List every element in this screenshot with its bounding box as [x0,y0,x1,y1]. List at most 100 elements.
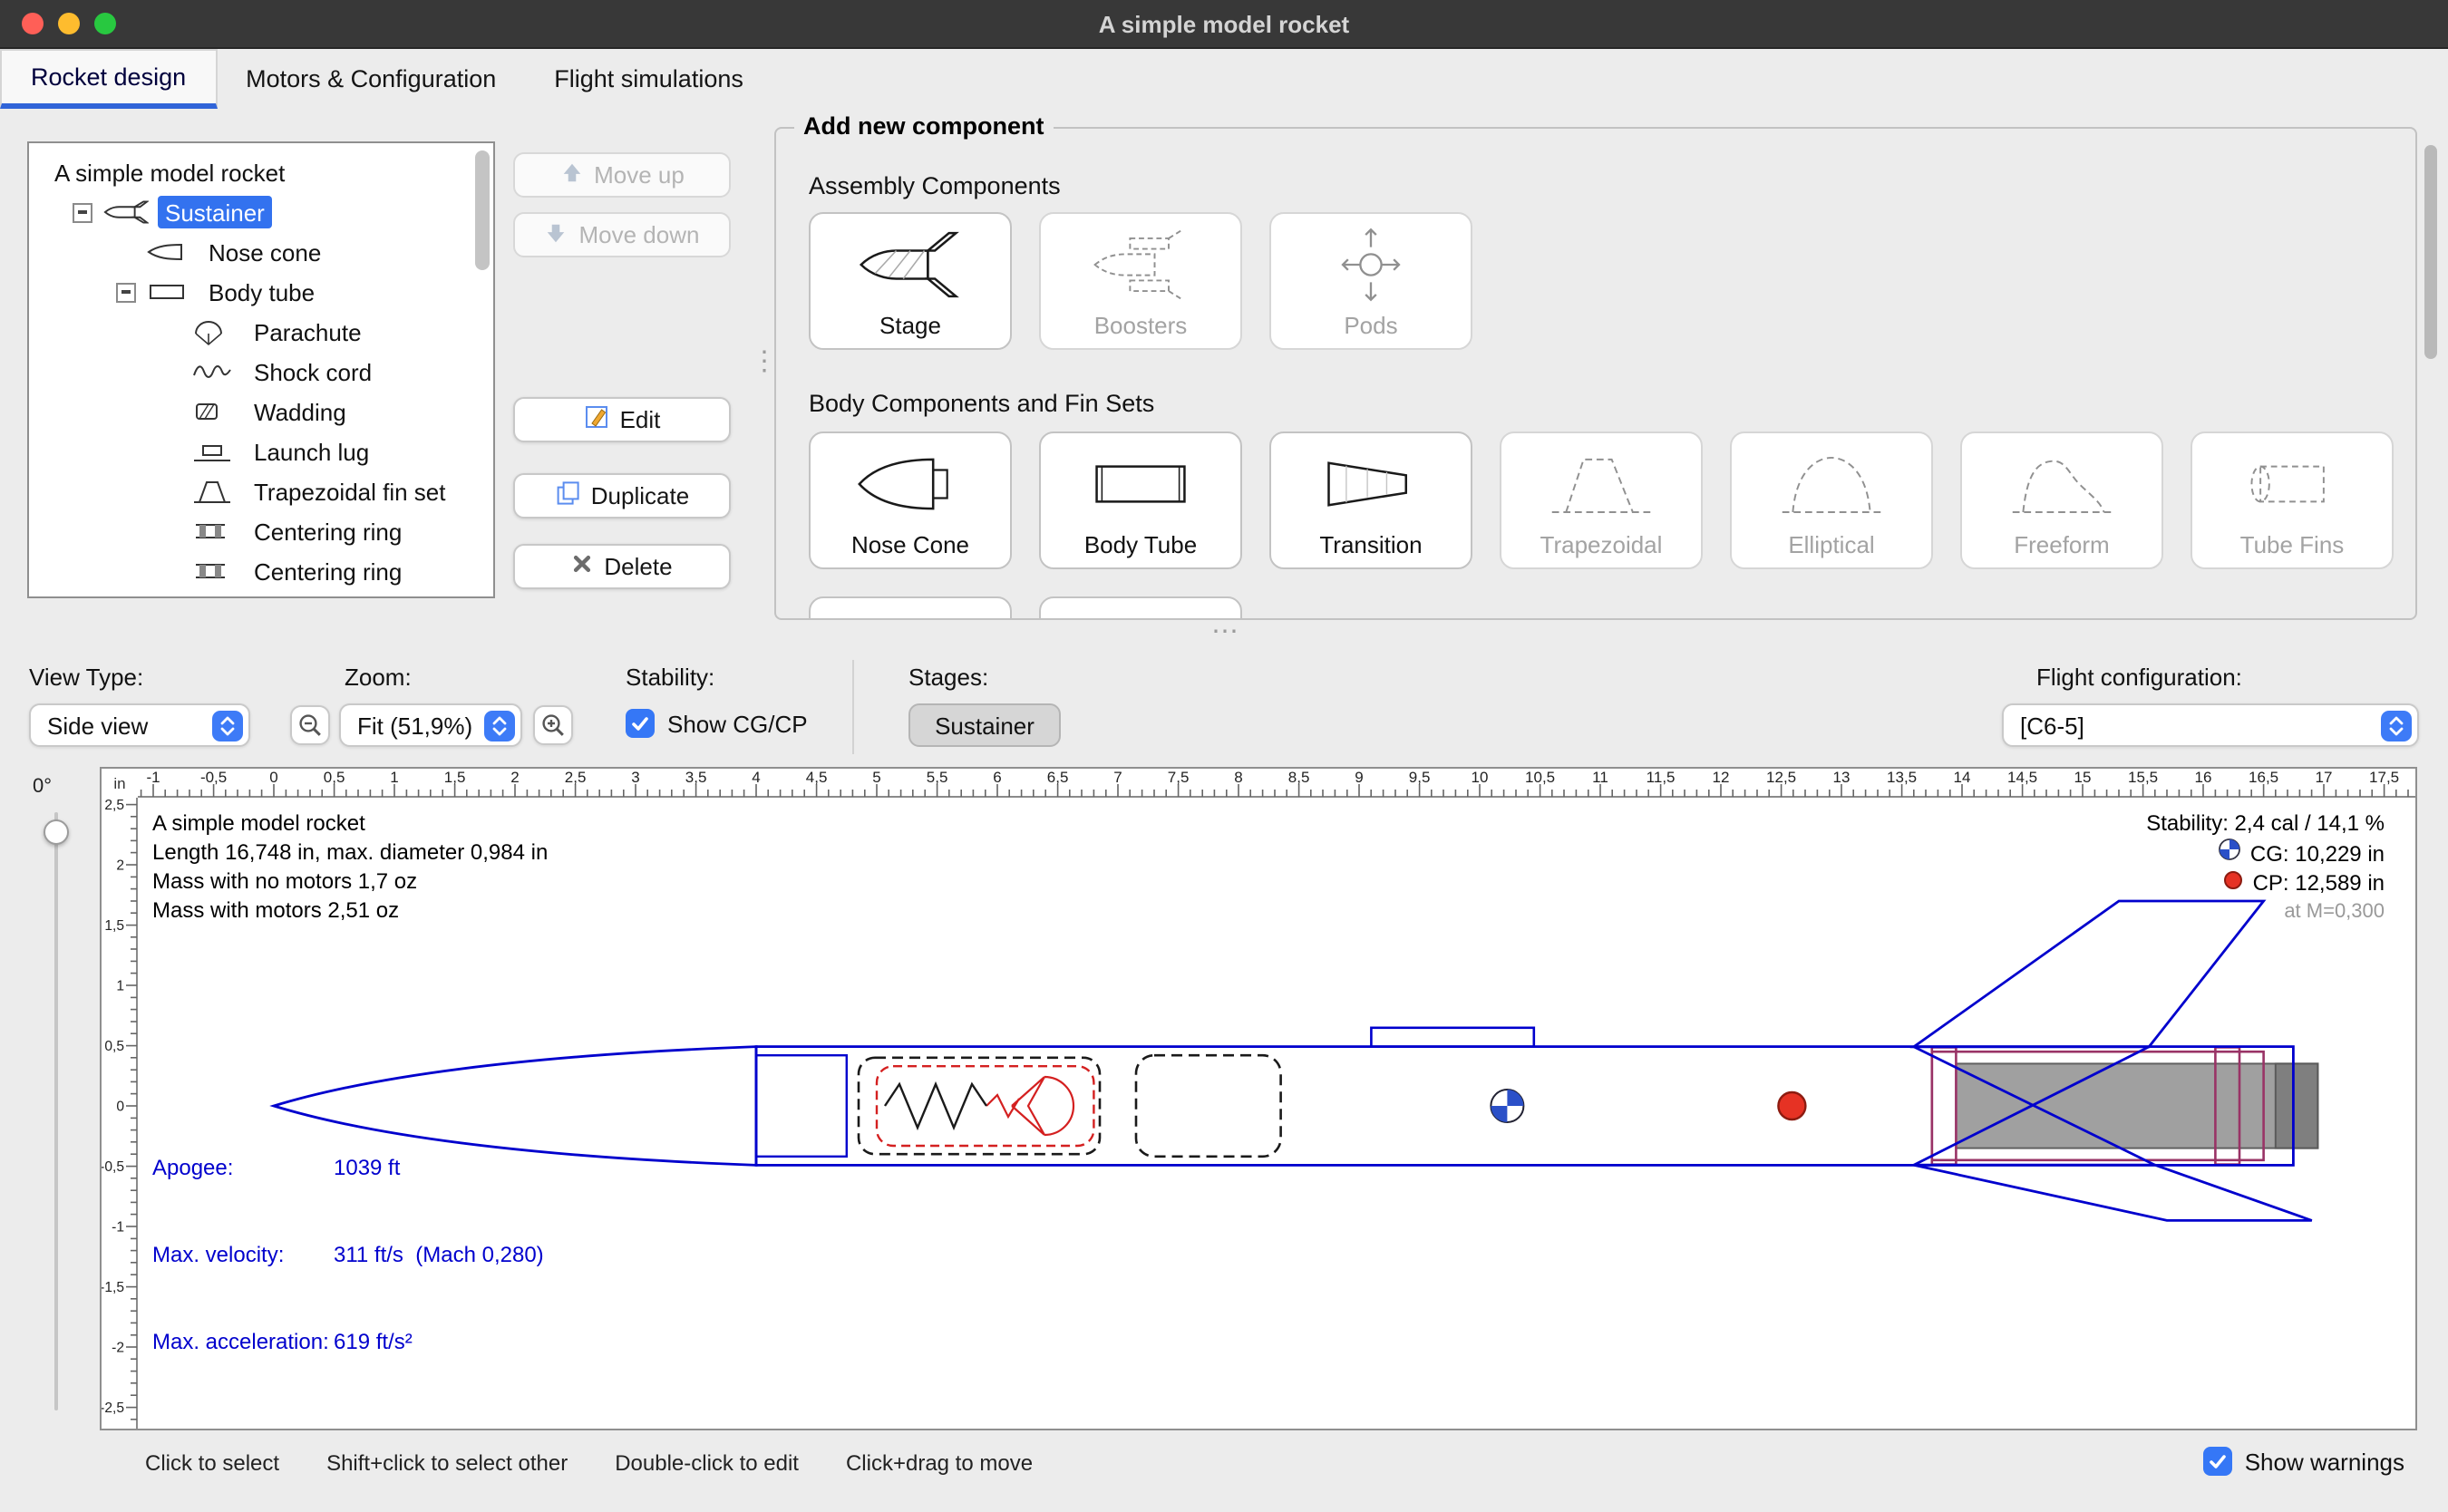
bodytube-icon [147,277,192,306]
svg-text:13: 13 [1833,769,1851,786]
add-boosters-card: Boosters [1039,212,1242,350]
tree-item-inner-tube[interactable]: Inner Tube [29,591,493,598]
tree-item-centering-ring[interactable]: Centering ring [29,511,493,551]
show-cgcp-checkbox[interactable] [626,709,655,738]
add-pods-card: Pods [1269,212,1472,350]
tree-expander-icon[interactable] [116,282,136,302]
move-up-button[interactable]: Move up [513,152,731,198]
card-row: StageBoostersPods [809,212,1472,350]
tree-item-parachute[interactable]: Parachute [29,312,493,352]
titlebar: A simple model rocket [0,0,2448,49]
tree-item-body-tube[interactable]: Body tube [29,272,493,312]
rotation-angle-indicator: 0° [33,776,52,798]
add-component-title: Add new component [794,112,1054,140]
partial-card-row [809,596,1242,618]
move-down-button[interactable]: Move down [513,212,731,257]
svg-text:-2,5: -2,5 [102,1401,124,1416]
arrow-up-icon [559,160,583,189]
fin-set[interactable] [1914,901,2312,1220]
svg-text:14: 14 [1954,769,1971,786]
tree-expander-icon[interactable] [73,202,92,222]
tree-scrollbar[interactable] [475,150,490,270]
svg-text:17: 17 [2316,769,2333,786]
svg-text:16: 16 [2195,769,2212,786]
svg-text:8: 8 [1234,769,1242,786]
add-body-tube-card[interactable]: Body Tube [1039,431,1242,569]
svg-text:12,5: 12,5 [1766,769,1796,786]
svg-text:14,5: 14,5 [2007,769,2037,786]
svg-text:1,5: 1,5 [104,918,124,934]
flight-config-select[interactable]: [C6-5] [2002,703,2419,747]
component-tree: A simple model rocketSustainerNose coneB… [29,152,493,598]
tree-item-a-simple-model-rocket[interactable]: A simple model rocket [29,152,493,192]
shock-cord[interactable] [885,1084,986,1128]
transition-icon [1315,444,1427,524]
rocket-plot: A simple model rocket Length 16,748 in, … [138,798,2415,1429]
svg-text:3,5: 3,5 [685,769,707,786]
zoom-out-button[interactable] [290,705,330,745]
launch-lug[interactable] [1371,1028,1533,1047]
x-icon [571,553,593,580]
tree-item-nose-cone[interactable]: Nose cone [29,232,493,272]
wadding[interactable] [1136,1055,1281,1157]
close-button[interactable] [22,13,44,34]
add-transition-card[interactable]: Transition [1269,431,1472,569]
centeringring-icon [192,557,238,586]
rotation-slider-thumb[interactable] [44,819,69,845]
cg-text: CG: 10,229 in [2250,838,2385,867]
add-stage-card[interactable]: Stage [809,212,1012,350]
trapezoidal-icon [1545,444,1657,524]
wadding-icon [192,397,238,426]
select-chevrons-icon [212,710,243,741]
svg-text:-0,5: -0,5 [102,1159,124,1175]
parachute[interactable] [859,1058,1100,1154]
svg-text:10,5: 10,5 [1525,769,1555,786]
add-nose-cone-card[interactable]: Nose Cone [809,431,1012,569]
zoom-in-button[interactable] [533,705,573,745]
svg-text:0: 0 [269,769,277,786]
tab-flight-simulations[interactable]: Flight simulations [525,49,772,109]
show-cgcp-label: Show CG/CP [667,710,808,737]
minimize-button[interactable] [58,13,80,34]
zoom-label: Zoom: [345,664,412,691]
edit-button[interactable]: Edit [513,397,731,442]
cp-marker [1778,1092,1805,1119]
partial-card[interactable] [809,596,1012,618]
svg-text:6,5: 6,5 [1047,769,1069,786]
show-warnings-label: Show warnings [2245,1448,2404,1475]
tree-item-launch-lug[interactable]: Launch lug [29,431,493,471]
fullscreen-button[interactable] [94,13,116,34]
tree-item-sustainer[interactable]: Sustainer [29,192,493,232]
svg-text:11: 11 [1592,769,1608,786]
view-type-select[interactable]: Side view [29,703,250,747]
tree-item-shock-cord[interactable]: Shock cord [29,352,493,392]
svg-text:8,5: 8,5 [1288,769,1310,786]
tab-rocket-design[interactable]: Rocket design [0,49,217,109]
tree-item-wadding[interactable]: Wadding [29,392,493,431]
tree-item-centering-ring[interactable]: Centering ring [29,551,493,591]
tab-motors-configuration[interactable]: Motors & Configuration [217,49,525,109]
svg-text:9: 9 [1355,769,1363,786]
boosters-icon [1084,225,1197,305]
traffic-lights [22,13,116,34]
rotation-slider[interactable] [54,812,58,1410]
pencil-icon [584,404,609,435]
view-type-label: View Type: [29,664,143,691]
design-canvas[interactable]: in -1-0,500,511,522,533,544,555,566,577,… [100,767,2417,1430]
svg-text:-1,5: -1,5 [102,1280,124,1295]
svg-text:7: 7 [1113,769,1122,786]
nose-cone-shoulder[interactable] [756,1055,847,1157]
show-warnings-checkbox[interactable] [2203,1447,2232,1476]
svg-text:10: 10 [1472,769,1489,786]
stability-text: Stability: 2,4 cal / 14,1 % [2146,809,2385,838]
duplicate-button[interactable]: Duplicate [513,473,731,519]
panel-scrollbar[interactable] [2424,145,2437,359]
stage-toggle-sustainer[interactable]: Sustainer [908,703,1061,747]
svg-text:1,5: 1,5 [444,769,466,786]
partial-card[interactable] [1039,596,1242,618]
section-label-assembly-components: Assembly Components [809,172,1061,199]
vertical-ruler: -2,5-2-1,5-1-0,500,511,522,5 [102,798,138,1429]
delete-button[interactable]: Delete [513,544,731,589]
zoom-select[interactable]: Fit (51,9%) [339,703,522,747]
tree-item-trapezoidal-fin-set[interactable]: Trapezoidal fin set [29,471,493,511]
